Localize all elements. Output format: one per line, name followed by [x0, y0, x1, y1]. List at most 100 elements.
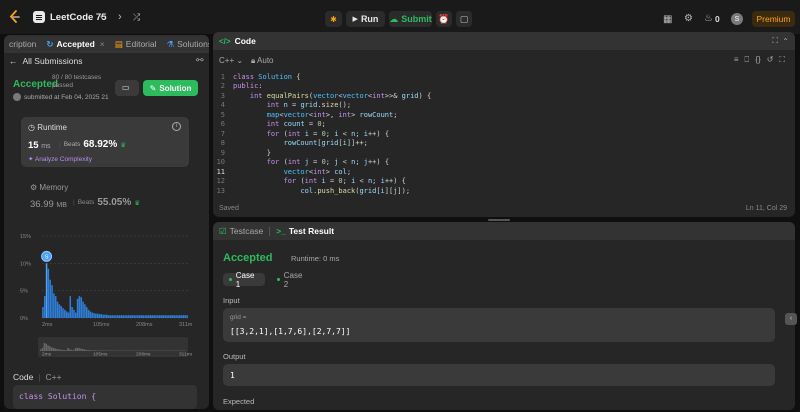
chart-bar[interactable]	[120, 315, 123, 318]
notes-button[interactable]: ▭	[115, 80, 139, 96]
chart-bar[interactable]	[58, 304, 61, 318]
chart-bar[interactable]	[171, 315, 174, 318]
chart-bar[interactable]	[180, 315, 183, 318]
chart-bar[interactable]	[96, 313, 99, 318]
chart-bar[interactable]	[160, 315, 163, 318]
chart-bar[interactable]	[42, 307, 44, 318]
chart-bar[interactable]	[49, 279, 51, 318]
chart-bar[interactable]	[80, 297, 82, 318]
avatar[interactable]: S	[731, 13, 743, 25]
chart-bar[interactable]	[158, 315, 161, 318]
problem-list-button[interactable]: LeetCode 75	[33, 11, 107, 23]
chart-bar[interactable]	[73, 309, 75, 318]
chart-bar[interactable]	[75, 312, 77, 318]
chart-bar[interactable]	[186, 315, 188, 318]
chart-bar[interactable]	[76, 298, 79, 318]
chart-bar[interactable]	[51, 285, 53, 318]
run-button[interactable]: ▶ Run	[346, 11, 385, 27]
layout-icon[interactable]: ▦	[663, 14, 672, 25]
shuffle-icon[interactable]: ⤮	[133, 12, 140, 22]
tab-accepted[interactable]: ↻ Accepted ×	[41, 35, 109, 53]
chart-bar[interactable]	[60, 305, 62, 318]
chart-bar[interactable]	[124, 315, 126, 318]
chart-bar[interactable]	[65, 311, 68, 318]
case-1-tab[interactable]: Case 1	[223, 271, 265, 289]
chart-bar[interactable]	[166, 315, 168, 318]
chart-bar[interactable]	[177, 315, 179, 318]
code-editor[interactable]: 1 class Solution { 2 public: 3 int equalPa…	[213, 72, 795, 197]
tab-solutions[interactable]: ⚗ Solutions	[162, 35, 209, 53]
fullscreen-icon[interactable]: ⛶	[779, 55, 785, 65]
close-icon[interactable]: ×	[100, 39, 105, 49]
chart-bar[interactable]	[64, 309, 66, 318]
chart-bar[interactable]	[137, 315, 139, 318]
fire-icon[interactable]: ♨	[704, 13, 713, 24]
chart-bar[interactable]	[54, 296, 57, 318]
chart-bar[interactable]	[179, 315, 181, 318]
output-box[interactable]: 1	[223, 364, 775, 386]
premium-button[interactable]: Premium	[752, 11, 795, 27]
chart-bar[interactable]	[127, 315, 130, 318]
reset-icon[interactable]: ↺	[767, 55, 774, 65]
chart-bar[interactable]	[116, 315, 119, 318]
chart-bar[interactable]	[111, 315, 114, 318]
tab-description[interactable]: cription	[4, 35, 41, 53]
chart-bar[interactable]	[131, 315, 134, 318]
chart-bar[interactable]	[151, 315, 154, 318]
chevron-right-icon[interactable]: ›	[118, 12, 122, 23]
runtime-range-slider[interactable]: 2ms 105ms 208ms 311ms	[20, 337, 192, 357]
chevron-up-icon[interactable]: ⌃	[782, 37, 789, 46]
chart-bar[interactable]	[144, 315, 146, 318]
chart-bar[interactable]	[106, 314, 108, 318]
chart-bar[interactable]	[107, 315, 110, 318]
tab-editorial[interactable]: ▤ Editorial	[110, 35, 162, 53]
chart-bar[interactable]	[184, 315, 187, 318]
chart-bar[interactable]	[129, 315, 132, 318]
chart-bar[interactable]	[164, 315, 166, 318]
chart-bar[interactable]	[153, 315, 155, 318]
chart-bar[interactable]	[126, 315, 128, 318]
chart-bar[interactable]	[148, 315, 150, 318]
chart-bar[interactable]	[95, 313, 97, 318]
all-submissions-link[interactable]: ← All Submissions	[9, 56, 83, 66]
panel-resize-handle[interactable]	[488, 219, 510, 221]
chart-bar[interactable]	[71, 307, 73, 318]
chart-bar[interactable]	[149, 315, 152, 318]
chart-bar[interactable]	[113, 315, 115, 318]
chart-bar[interactable]	[182, 315, 185, 318]
analyze-complexity-link[interactable]: ✦ Analyze Complexity	[28, 155, 92, 163]
chart-bar[interactable]	[133, 315, 135, 318]
chart-bar[interactable]	[56, 301, 59, 318]
chart-bar[interactable]	[138, 315, 141, 318]
chart-bar[interactable]	[115, 315, 117, 318]
runtime-distribution-chart[interactable]: 15% 10% 5% 0% S 2ms 105ms 208ms 311ms	[20, 230, 192, 335]
chart-bar[interactable]	[45, 263, 48, 318]
case-2-tab[interactable]: Case 2	[271, 271, 313, 289]
chart-bar[interactable]	[82, 301, 84, 318]
tab-testcase[interactable]: ☑ Testcase	[213, 222, 269, 240]
timer-button[interactable]: ⏰	[436, 11, 452, 27]
chart-bar[interactable]	[135, 315, 137, 318]
chart-bar[interactable]	[87, 309, 90, 318]
chart-bar[interactable]	[173, 315, 176, 318]
chart-bar[interactable]	[67, 312, 70, 318]
chart-bar[interactable]	[146, 315, 148, 318]
braces-icon[interactable]: {}	[755, 55, 760, 65]
chart-bar[interactable]	[98, 314, 101, 318]
leetcode-logo-icon[interactable]	[8, 10, 22, 24]
maximize-icon[interactable]: ⛶	[772, 36, 778, 46]
chart-bar[interactable]	[104, 314, 106, 318]
chart-bar[interactable]	[93, 313, 95, 318]
info-icon[interactable]: i	[172, 122, 181, 131]
submitted-code-preview[interactable]: class Solution {	[13, 385, 197, 409]
chart-bar[interactable]	[100, 314, 103, 318]
submit-button[interactable]: ☁ Submit	[389, 11, 432, 27]
chart-bar[interactable]	[140, 315, 143, 318]
chart-bar[interactable]	[53, 293, 55, 318]
chart-bar[interactable]	[84, 304, 86, 318]
chevron-left-icon[interactable]: ‹	[785, 313, 797, 325]
language-select[interactable]: C++ ⌄	[219, 56, 243, 65]
chart-bar[interactable]	[69, 296, 72, 318]
gear-icon[interactable]: ⚙	[684, 13, 693, 24]
chart-bar[interactable]	[62, 308, 64, 318]
